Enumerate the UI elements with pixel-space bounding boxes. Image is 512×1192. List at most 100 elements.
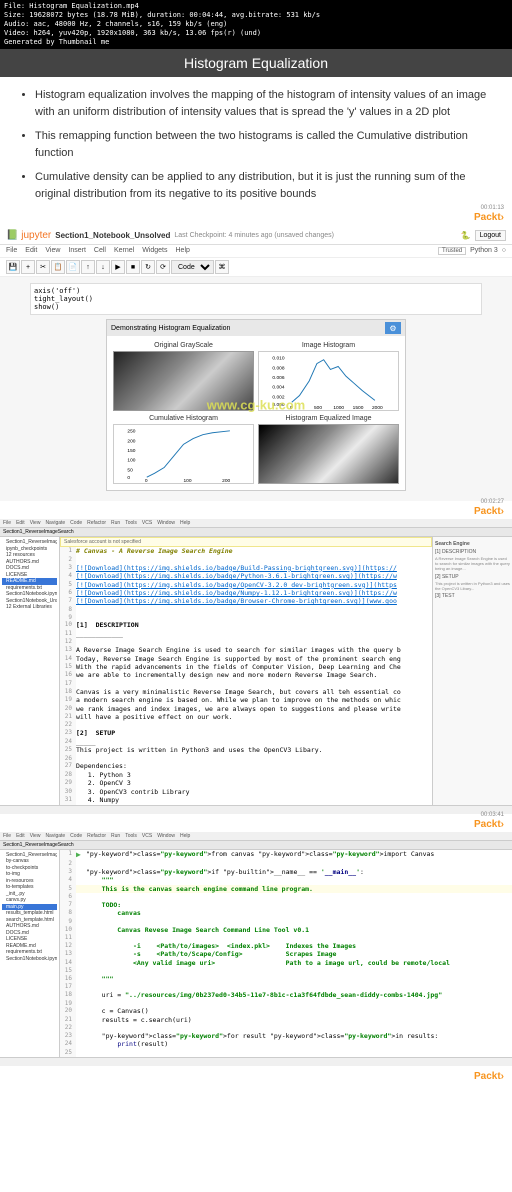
editor-line[interactable]: 23[2] SETUP: [60, 729, 432, 737]
editor-line[interactable]: 3"py-keyword">class="py-keyword">if "py-…: [60, 868, 512, 876]
editor-readme[interactable]: 1# Canvas - A Reverse Image Search Engin…: [60, 547, 432, 804]
menu-item[interactable]: Tools: [125, 520, 137, 526]
tree-item[interactable]: Section1_ReverseImageSearch: [2, 539, 57, 546]
restart-run-icon[interactable]: ⟳: [156, 260, 170, 274]
menu-item[interactable]: Help: [180, 520, 190, 526]
panel-item[interactable]: [3] TEST: [435, 593, 510, 599]
tree-item[interactable]: Section1Notebook.ipynb: [2, 956, 57, 963]
editor-line[interactable]: 25: [60, 1049, 512, 1057]
logout-button[interactable]: Logout: [475, 230, 506, 241]
editor-line[interactable]: 8: [60, 606, 432, 614]
editor-line[interactable]: 13 -s <Path/to/Scape/Config> Scrapes Ima…: [60, 950, 512, 958]
menu-insert[interactable]: Insert: [68, 247, 86, 255]
editor-line[interactable]: 17: [60, 680, 432, 688]
editor-line[interactable]: 10[1] DESCRIPTION: [60, 621, 432, 629]
menu-item[interactable]: Refactor: [87, 833, 106, 839]
restart-icon[interactable]: ↻: [141, 260, 155, 274]
editor-line[interactable]: 10 Canvas Revese Image Search Command Li…: [60, 926, 512, 934]
editor-line[interactable]: 21 results = c.search(uri): [60, 1016, 512, 1024]
gear-icon[interactable]: ⚙: [385, 322, 401, 334]
warning-bar[interactable]: Salesforce account is not specified: [60, 537, 432, 547]
editor-line[interactable]: 18Canvas is a very minimalistic Reverse …: [60, 688, 432, 696]
editor-line[interactable]: 4[![Download](https://img.shields.io/bad…: [60, 572, 432, 580]
add-cell-icon[interactable]: +: [21, 260, 35, 274]
editor-line[interactable]: 21will have a positive effect on our wor…: [60, 713, 432, 721]
menu-edit[interactable]: Edit: [25, 247, 37, 255]
tree-item[interactable]: Section1Notebook.ipynb: [2, 591, 57, 598]
menu-item[interactable]: Window: [157, 520, 175, 526]
editor-line[interactable]: 11____________: [60, 630, 432, 638]
project-tree[interactable]: Section1_ReverseImageSearch ipynb_checkp…: [0, 537, 60, 804]
editor-line[interactable]: 7[![Download](https://img.shields.io/bad…: [60, 597, 432, 605]
editor-line[interactable]: 1# Canvas - A Reverse Image Search Engin…: [60, 547, 432, 555]
editor-line[interactable]: 15With the rapid advancements in the fie…: [60, 663, 432, 671]
editor-line[interactable]: 5 This is the canvas search engine comma…: [60, 885, 512, 893]
menu-item[interactable]: File: [3, 833, 11, 839]
menu-item[interactable]: Navigate: [45, 833, 65, 839]
editor-line[interactable]: 11: [60, 934, 512, 942]
editor-line[interactable]: 9: [60, 918, 512, 926]
editor-line[interactable]: 13A Reverse Image Search Engine is used …: [60, 646, 432, 654]
cell-type-select[interactable]: Code: [171, 260, 214, 274]
editor-line[interactable]: 31 4. Numpy: [60, 796, 432, 804]
editor-line[interactable]: 26: [60, 755, 432, 763]
editor-line[interactable]: 17: [60, 983, 512, 991]
menu-view[interactable]: View: [45, 247, 60, 255]
editor-line[interactable]: 20we rank images and index images, we ar…: [60, 705, 432, 713]
editor-python[interactable]: 1▶"py-keyword">class="py-keyword">from c…: [60, 850, 512, 1057]
project-tree[interactable]: Section1_ReverseImageSearch by-canvas to…: [0, 850, 60, 1057]
editor-line[interactable]: 24 print(result): [60, 1040, 512, 1048]
editor-line[interactable]: 14Today, Reverse Image Search Engine is …: [60, 655, 432, 663]
menu-item[interactable]: View: [30, 833, 41, 839]
menu-item[interactable]: Edit: [16, 520, 25, 526]
editor-line[interactable]: 7 TODO:: [60, 901, 512, 909]
panel-item[interactable]: [1] DESCRIPTION: [435, 549, 510, 555]
menu-item[interactable]: Run: [111, 520, 120, 526]
tree-item[interactable]: results_template.html: [2, 910, 57, 917]
editor-line[interactable]: 4 """: [60, 876, 512, 884]
ide-breadcrumb[interactable]: Section1_ReverseImageSearch: [0, 841, 512, 850]
kernel-name[interactable]: Python 3: [470, 247, 498, 255]
editor-line[interactable]: 2: [60, 556, 432, 564]
editor-line[interactable]: 6[![Download](https://img.shields.io/bad…: [60, 589, 432, 597]
menu-item[interactable]: Run: [111, 833, 120, 839]
copy-icon[interactable]: 📋: [51, 260, 65, 274]
editor-line[interactable]: 5[![Download](https://img.shields.io/bad…: [60, 581, 432, 589]
editor-line[interactable]: 22: [60, 721, 432, 729]
editor-line[interactable]: 15: [60, 967, 512, 975]
menu-item[interactable]: Tools: [125, 833, 137, 839]
paste-icon[interactable]: 📄: [66, 260, 80, 274]
menu-item[interactable]: Code: [70, 520, 82, 526]
menu-item[interactable]: Code: [70, 833, 82, 839]
menu-item[interactable]: Help: [180, 833, 190, 839]
menu-file[interactable]: File: [6, 247, 17, 255]
move-up-icon[interactable]: ↑: [81, 260, 95, 274]
code-cell[interactable]: axis('off') tight_layout() show(): [30, 283, 482, 315]
editor-line[interactable]: 19a modern search engine is based on. Wh…: [60, 696, 432, 704]
editor-line[interactable]: 2: [60, 860, 512, 868]
editor-line[interactable]: 19: [60, 1000, 512, 1008]
menu-item[interactable]: Edit: [16, 833, 25, 839]
notebook-name[interactable]: Section1_Notebook_Unsolved: [55, 231, 170, 240]
menu-item[interactable]: Navigate: [45, 520, 65, 526]
menu-item[interactable]: VCS: [142, 833, 152, 839]
ide-breadcrumb[interactable]: Section1_ReverseImageSearch: [0, 528, 512, 537]
save-icon[interactable]: 💾: [6, 260, 20, 274]
menu-item[interactable]: View: [30, 520, 41, 526]
editor-line[interactable]: 28 1. Python 3: [60, 771, 432, 779]
stop-icon[interactable]: ■: [126, 260, 140, 274]
run-icon[interactable]: ▶: [111, 260, 125, 274]
move-down-icon[interactable]: ↓: [96, 260, 110, 274]
editor-line[interactable]: 20 c = Canvas(): [60, 1007, 512, 1015]
menu-item[interactable]: VCS: [142, 520, 152, 526]
menu-help[interactable]: Help: [176, 247, 190, 255]
editor-line[interactable]: 18 uri = "../resources/img/0b237ed0-34b5…: [60, 991, 512, 999]
menu-item[interactable]: File: [3, 520, 11, 526]
editor-line[interactable]: 12: [60, 638, 432, 646]
command-palette-icon[interactable]: ⌘: [215, 260, 229, 274]
editor-line[interactable]: 29 2. OpenCV 3: [60, 779, 432, 787]
structure-panel[interactable]: Search Engine [1] DESCRIPTION A Reverse …: [432, 537, 512, 804]
menu-item[interactable]: Window: [157, 833, 175, 839]
editor-line[interactable]: 22: [60, 1024, 512, 1032]
editor-line[interactable]: 14 <Any valid image uri> Path to a image…: [60, 959, 512, 967]
